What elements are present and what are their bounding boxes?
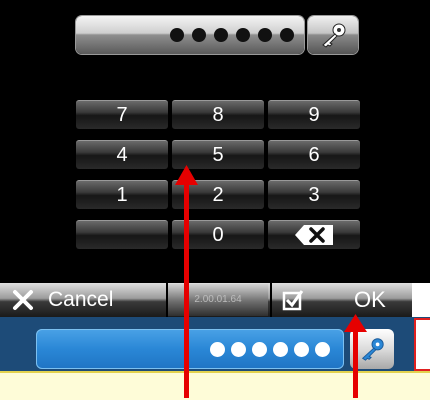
password-dot (280, 28, 294, 42)
key-button[interactable] (308, 16, 358, 54)
password-dot (294, 341, 309, 357)
checkbox-checked-icon (282, 290, 304, 311)
password-dots (210, 341, 330, 357)
password-dot (236, 28, 250, 42)
callout-box (414, 318, 430, 371)
key-label: 1 (116, 184, 128, 206)
key-label: 2 (212, 184, 224, 206)
cancel-label: Cancel (48, 288, 114, 311)
password-field-highlighted[interactable] (36, 329, 344, 369)
caption-bar (0, 371, 430, 400)
backspace-key[interactable] (268, 220, 360, 249)
key-icon (322, 23, 346, 48)
callout-box-top (412, 283, 430, 317)
key-icon (361, 338, 384, 361)
key-label: 7 (116, 104, 128, 126)
password-dot (231, 341, 246, 357)
password-dot (315, 341, 330, 357)
key-3[interactable]: 3 (268, 180, 360, 209)
key-label: 6 (308, 144, 320, 166)
ok-button[interactable]: OK (272, 283, 412, 317)
password-dot (258, 28, 272, 42)
password-dot (192, 28, 206, 42)
key-label: 0 (212, 224, 224, 246)
key-4[interactable]: 4 (76, 140, 168, 169)
password-dot (252, 341, 267, 357)
close-icon (13, 290, 33, 310)
key-7[interactable]: 7 (76, 100, 168, 129)
key-label: 3 (308, 184, 320, 206)
password-dot (214, 28, 228, 42)
key-label: 5 (212, 144, 224, 166)
version-label: 2.00.01.64 (168, 284, 268, 316)
key-label: 8 (212, 104, 224, 126)
password-field[interactable] (76, 16, 304, 54)
key-9[interactable]: 9 (268, 100, 360, 129)
backspace-icon (295, 225, 333, 245)
key-1[interactable]: 1 (76, 180, 168, 209)
key-6[interactable]: 6 (268, 140, 360, 169)
ok-label: OK (354, 287, 386, 312)
password-dot (210, 341, 225, 357)
password-dot (170, 28, 184, 42)
key-label: 4 (116, 144, 128, 166)
key-label: 9 (308, 104, 320, 126)
key-blank[interactable] (76, 220, 168, 249)
password-dots (170, 28, 294, 42)
cancel-button[interactable]: Cancel (0, 283, 165, 317)
password-dot (273, 341, 288, 357)
key-8[interactable]: 8 (172, 100, 264, 129)
